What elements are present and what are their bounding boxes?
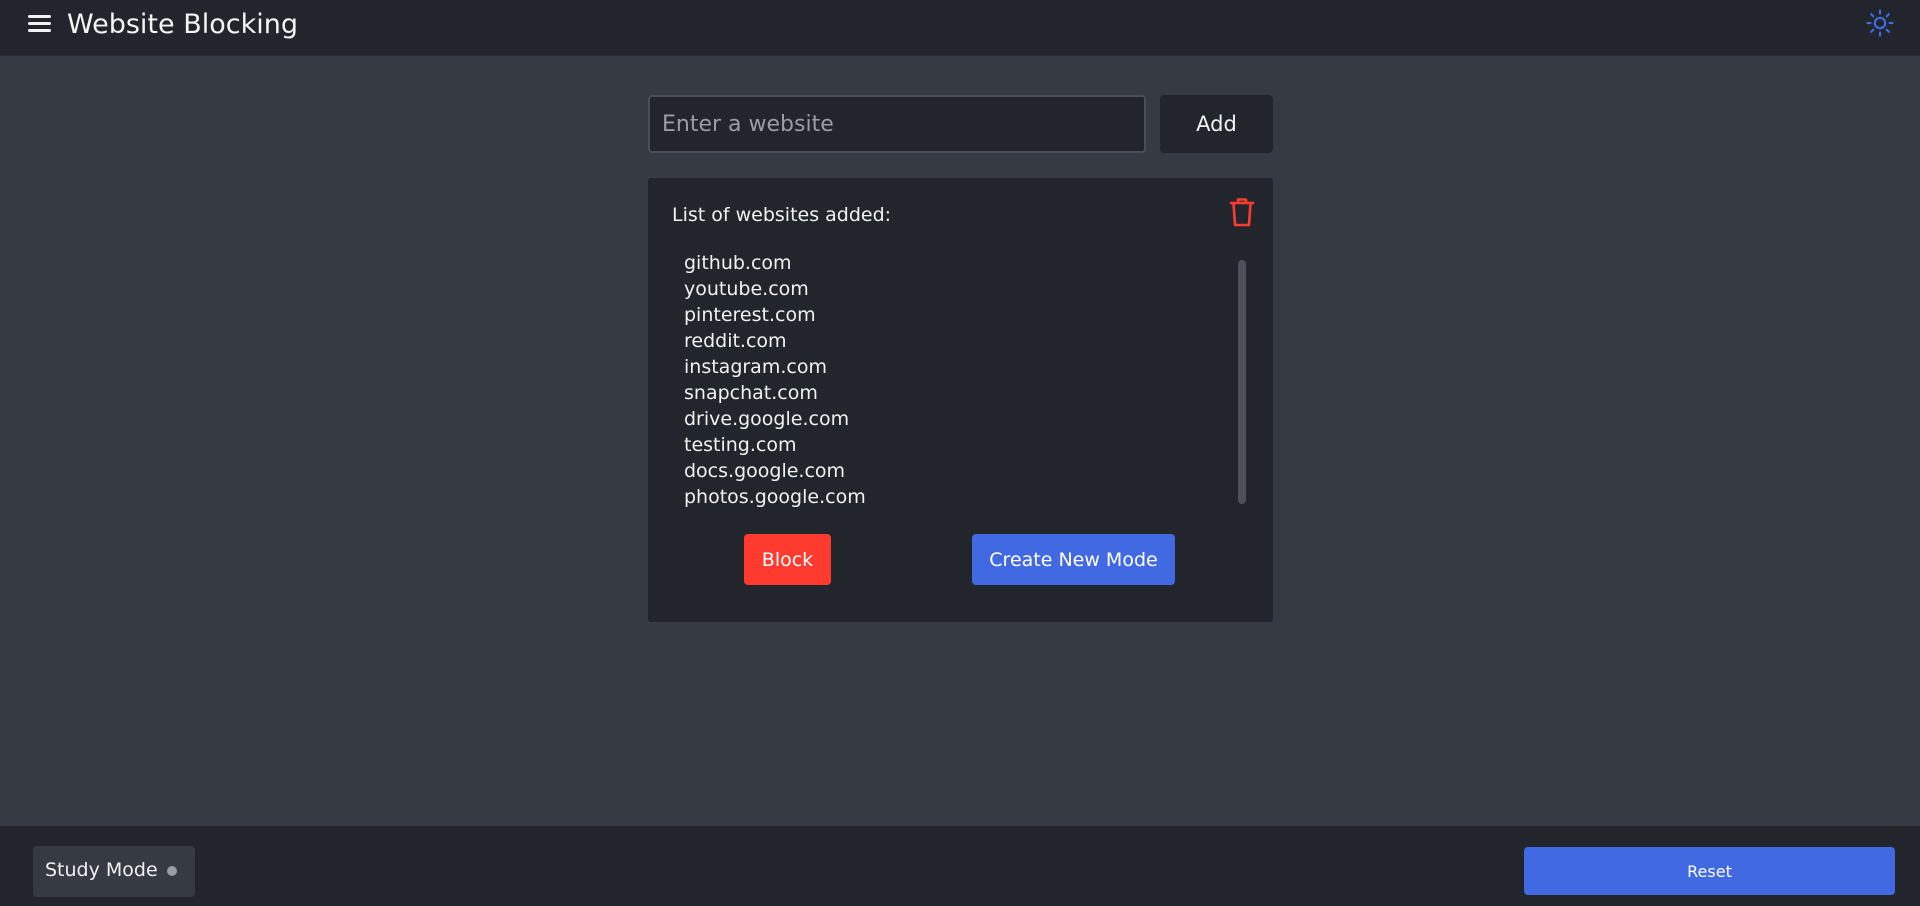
scrollbar-thumb[interactable] <box>1238 260 1246 504</box>
top-bar: Website Blocking <box>0 0 1920 56</box>
list-item: reddit.com <box>684 330 787 352</box>
list-item: drive.google.com <box>684 408 850 430</box>
mode-label: Study Mode <box>45 859 158 881</box>
bottom-bar: Study Mode Reset <box>0 826 1920 906</box>
list-item: docs.google.com <box>684 460 846 482</box>
list-item: snapchat.com <box>684 382 818 404</box>
list-item: youtube.com <box>684 278 809 300</box>
website-list: github.com youtube.com pinterest.com red… <box>684 250 1204 508</box>
page-title: Website Blocking <box>67 9 298 40</box>
list-item: testing.com <box>684 434 797 456</box>
add-website-form: Add <box>648 95 1273 153</box>
study-mode-chip[interactable]: Study Mode <box>33 846 195 897</box>
website-list-card: List of websites added: github.com youtu… <box>648 178 1273 622</box>
status-dot-icon <box>167 866 177 876</box>
list-item: instagram.com <box>684 356 827 378</box>
block-button[interactable]: Block <box>744 534 831 585</box>
list-item: photos.google.com <box>684 486 866 508</box>
website-input[interactable] <box>648 95 1146 153</box>
create-new-mode-button[interactable]: Create New Mode <box>972 534 1175 585</box>
hamburger-menu-icon[interactable] <box>28 14 52 34</box>
list-scrollbar[interactable] <box>1238 260 1246 504</box>
sun-icon[interactable] <box>1866 9 1894 37</box>
list-item: pinterest.com <box>684 304 816 326</box>
reset-button[interactable]: Reset <box>1524 847 1895 895</box>
add-button[interactable]: Add <box>1160 95 1273 153</box>
trash-icon[interactable] <box>1227 196 1257 228</box>
list-item: github.com <box>684 252 792 274</box>
list-heading: List of websites added: <box>672 204 892 226</box>
